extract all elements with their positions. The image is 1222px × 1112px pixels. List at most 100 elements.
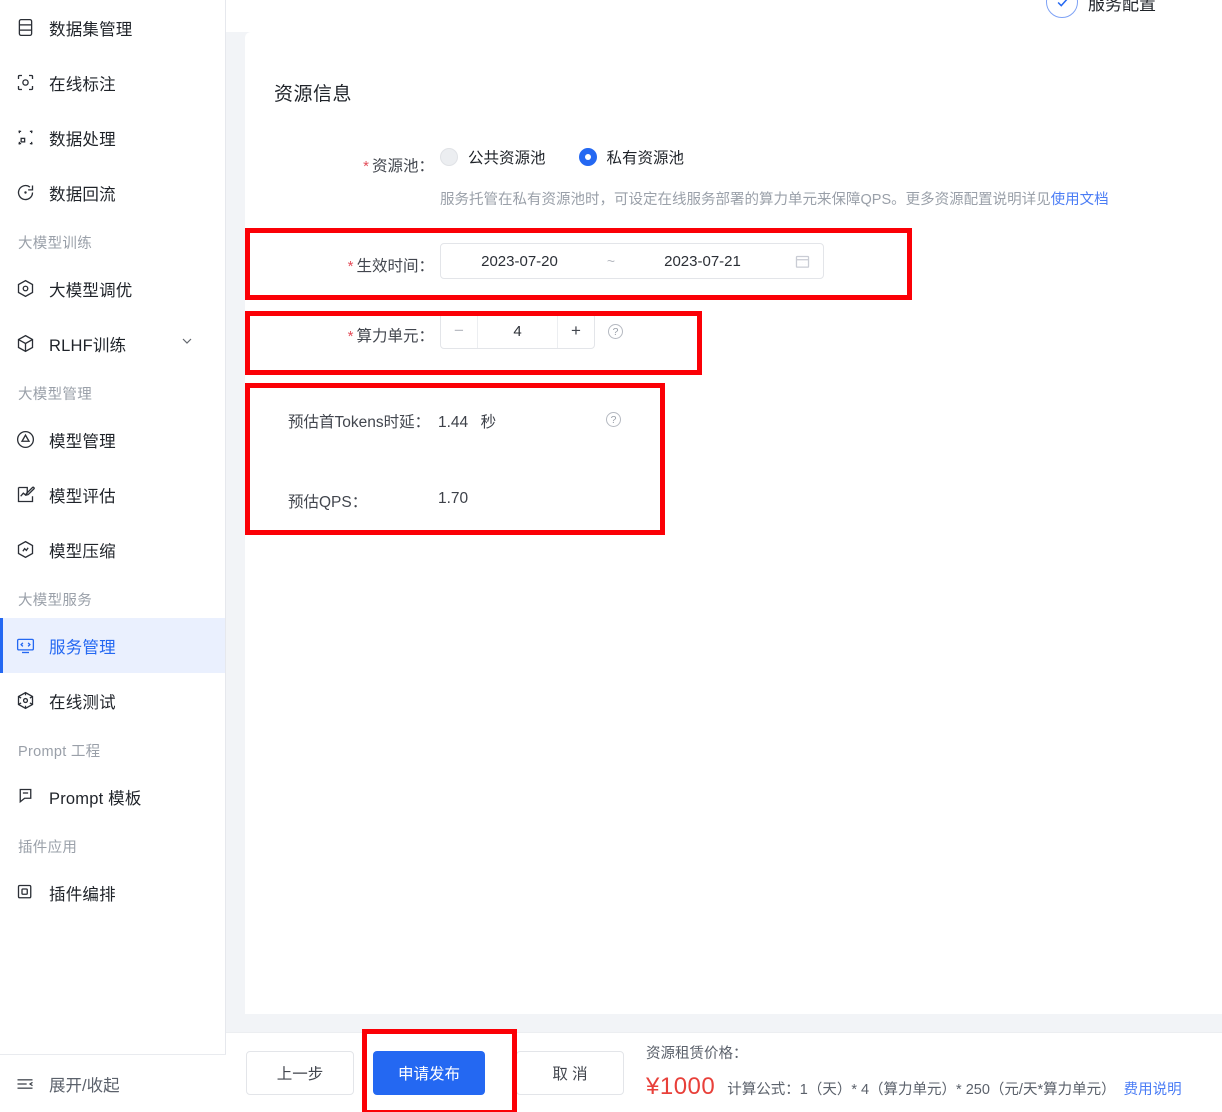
sidebar-item-model-management[interactable]: 模型管理 xyxy=(0,412,225,467)
stepper-decrement-button[interactable]: − xyxy=(441,314,478,348)
sidebar-item-online-annotation[interactable]: 在线标注 xyxy=(0,55,225,110)
sidebar-item-label: 插件编排 xyxy=(49,885,116,904)
evaluate-icon xyxy=(14,484,36,506)
sidebar-group-prompt-engineering: Prompt 工程 xyxy=(18,744,101,760)
cancel-button[interactable]: 取 消 xyxy=(516,1051,624,1095)
crop-icon xyxy=(14,127,36,149)
sidebar-item-label: RLHF训练 xyxy=(49,336,127,355)
radio-indicator-selected[interactable] xyxy=(578,148,597,166)
prompt-icon xyxy=(14,786,36,808)
sidebar-item-model-evaluation[interactable]: 模型评估 xyxy=(0,467,225,522)
sidebar-item-online-test[interactable]: 在线测试 xyxy=(0,673,225,728)
question-glyph: ? xyxy=(610,413,617,426)
resource-pool-radio-group[interactable]: 公共资源池 私有资源池 xyxy=(440,146,717,168)
estimate-qps-value-wrap: 1.70 xyxy=(438,490,468,508)
refresh-icon xyxy=(14,182,36,204)
sidebar-item-data-processing[interactable]: 数据处理 xyxy=(0,110,225,165)
price-formula: 计算公式：1（天）* 4（算力单元）* 250（元/天*算力单元） 费用说明 xyxy=(727,1082,1182,1098)
stepper-value[interactable]: 4 xyxy=(478,323,557,340)
footer-action-bar: 上一步 申请发布 取 消 资源租赁价格： ¥1000 计算公式：1（天）* 4（… xyxy=(226,1032,1222,1112)
sidebar: 数据集管理 在线标注 数据处理 数据回流 大模型训练 大模型调优 RLHF训练 … xyxy=(0,0,226,1112)
estimate-qps-row: 预估QPS： xyxy=(288,490,367,512)
radio-public-pool[interactable]: 公共资源池 xyxy=(440,146,546,168)
sidebar-group-plugin-apps: 插件应用 xyxy=(18,840,78,856)
price-block: 资源租赁价格： ¥1000 计算公式：1（天）* 4（算力单元）* 250（元/… xyxy=(646,1042,1182,1101)
sidebar-scroll-area[interactable]: 数据集管理 在线标注 数据处理 数据回流 大模型训练 大模型调优 RLHF训练 … xyxy=(0,0,225,1054)
prev-step-button[interactable]: 上一步 xyxy=(246,1051,354,1095)
estimate-qps-label: 预估QPS： xyxy=(288,494,368,511)
publish-request-button[interactable]: 申请发布 xyxy=(373,1051,485,1095)
compute-unit-stepper[interactable]: − 4 + xyxy=(440,313,595,349)
start-date-input[interactable]: 2023-07-20 xyxy=(441,253,598,270)
radio-label: 私有资源池 xyxy=(606,150,685,167)
sidebar-item-label: 模型管理 xyxy=(49,432,116,451)
estimate-latency-row: 预估首Tokens时延： xyxy=(288,410,430,432)
radio-indicator[interactable] xyxy=(440,148,458,166)
sidebar-item-label: 数据集管理 xyxy=(49,20,133,39)
estimate-latency-value: 1.44 xyxy=(438,414,469,431)
estimate-latency-question-circle-icon[interactable]: ? xyxy=(606,412,621,427)
sidebar-item-label: 数据处理 xyxy=(49,130,116,149)
chevron-down-icon[interactable] xyxy=(179,333,195,354)
radio-label: 公共资源池 xyxy=(468,150,546,167)
price-amount: ¥1000 xyxy=(646,1073,716,1100)
step-service-config[interactable]: 服务配置 xyxy=(1046,0,1156,18)
sidebar-item-rlhf-training[interactable]: RLHF训练 xyxy=(0,316,225,371)
sidebar-item-label: Prompt 模板 xyxy=(49,789,142,808)
sidebar-item-llm-tuning[interactable]: 大模型调优 xyxy=(0,261,225,316)
sidebar-collapse-toggle[interactable]: 展开/收起 xyxy=(0,1054,226,1112)
annotate-icon xyxy=(14,72,36,94)
required-asterisk: * xyxy=(347,328,354,345)
fee-description-link[interactable]: 费用说明 xyxy=(1124,1082,1182,1098)
estimate-latency-value-wrap: 1.44 秒 xyxy=(438,410,496,432)
model-icon xyxy=(14,429,36,451)
required-asterisk: * xyxy=(363,158,369,175)
resource-info-card: 资源信息 * 资源池： 公共资源池 私有资源池 服务托管在私有资源池时，可设定在线… xyxy=(245,32,1222,1014)
sidebar-item-data-backflow[interactable]: 数据回流 xyxy=(0,165,225,220)
sidebar-group-llm-training: 大模型训练 xyxy=(18,236,92,252)
service-icon xyxy=(14,635,36,657)
sidebar-item-model-compression[interactable]: 模型压缩 xyxy=(0,522,225,577)
sidebar-item-dataset-management[interactable]: 数据集管理 xyxy=(0,0,225,55)
end-date-input[interactable]: 2023-07-21 xyxy=(624,253,781,270)
effective-time-label: * 生效时间： xyxy=(347,258,434,275)
resource-pool-label: * 资源池： xyxy=(363,158,434,175)
step-indicator-bar: 服务配置 xyxy=(226,0,1222,32)
usage-doc-link[interactable]: 使用文档 xyxy=(1051,192,1109,208)
question-glyph: ? xyxy=(612,325,619,338)
date-range-separator: ~ xyxy=(606,253,616,269)
compute-unit-question-circle-icon[interactable]: ? xyxy=(608,324,623,339)
page-title: 资源信息 xyxy=(274,84,353,105)
estimate-latency-unit: 秒 xyxy=(480,414,497,431)
resource-pool-hint: 服务托管在私有资源池时，可设定在线服务部署的算力单元来保障QPS。更多资源配置说… xyxy=(440,188,1109,209)
compute-unit-row: * 算力单元： xyxy=(274,320,434,346)
required-asterisk: * xyxy=(347,258,354,275)
tune-icon xyxy=(14,278,36,300)
radio-private-pool[interactable]: 私有资源池 xyxy=(578,146,685,168)
test-icon xyxy=(14,690,36,712)
cube-icon xyxy=(14,333,36,355)
sidebar-item-plugin-orchestration[interactable]: 插件编排 xyxy=(0,865,225,920)
compress-icon xyxy=(14,539,36,561)
database-icon xyxy=(14,17,36,39)
effective-time-row: * 生效时间： xyxy=(274,250,434,276)
sidebar-item-label: 在线测试 xyxy=(49,693,116,712)
sidebar-group-llm-service: 大模型服务 xyxy=(18,593,92,609)
sidebar-group-llm-management: 大模型管理 xyxy=(18,387,92,403)
sidebar-item-label: 大模型调优 xyxy=(49,281,133,300)
price-title: 资源租赁价格： xyxy=(646,1046,748,1062)
sidebar-item-label: 在线标注 xyxy=(49,75,116,94)
check-circle-icon xyxy=(1046,0,1078,18)
estimate-qps-value: 1.70 xyxy=(438,490,469,507)
sidebar-item-label: 模型压缩 xyxy=(49,542,116,561)
calendar-icon[interactable] xyxy=(781,253,823,270)
estimate-latency-label: 预估首Tokens时延： xyxy=(288,414,431,431)
sidebar-item-label: 数据回流 xyxy=(49,185,116,204)
sidebar-item-prompt-template[interactable]: Prompt 模板 xyxy=(0,769,225,824)
compute-unit-label: * 算力单元： xyxy=(347,328,434,345)
sidebar-item-service-management[interactable]: 服务管理 xyxy=(0,618,225,673)
plugin-icon xyxy=(14,882,36,904)
effective-time-range-picker[interactable]: 2023-07-20 ~ 2023-07-21 xyxy=(440,243,824,279)
sidebar-collapse-label: 展开/收起 xyxy=(49,1076,120,1095)
stepper-increment-button[interactable]: + xyxy=(557,314,594,348)
